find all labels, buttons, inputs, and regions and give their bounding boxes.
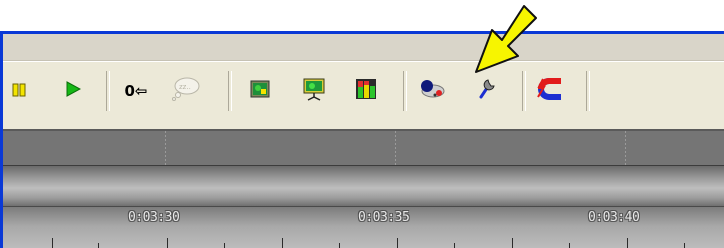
grid-marker xyxy=(165,131,166,165)
reset-counter-label: 0⇦ xyxy=(124,82,148,100)
ruler-tick xyxy=(397,238,398,248)
picture-button[interactable] xyxy=(247,78,273,104)
presentation-button[interactable] xyxy=(301,78,327,104)
title-strip xyxy=(3,34,724,61)
ruler-tick xyxy=(569,243,570,248)
play-button[interactable] xyxy=(60,78,86,104)
ruler-tick xyxy=(512,238,513,248)
ruler-tick xyxy=(339,243,340,248)
presentation-board-icon xyxy=(302,77,326,105)
comment-button[interactable]: zz.. xyxy=(168,76,202,106)
grid-marker xyxy=(395,131,396,165)
paint-palette-icon xyxy=(418,78,446,104)
toolbar-separator xyxy=(106,71,110,111)
pause-icon xyxy=(12,82,26,101)
play-icon xyxy=(65,81,82,101)
screenshot: 0⇦ zz.. 0:03:30 0:03:35 0:03:40 xyxy=(0,0,724,248)
ruler-tick xyxy=(454,243,455,248)
svg-text:zz..: zz.. xyxy=(179,83,191,91)
pause-button[interactable] xyxy=(6,78,32,104)
ruler-tick xyxy=(684,243,685,248)
levels-button[interactable] xyxy=(353,78,379,104)
ruler-tick xyxy=(98,243,99,248)
paint-button[interactable] xyxy=(417,78,447,104)
ruler-tick xyxy=(167,238,168,248)
time-label: 0:03:30 xyxy=(128,210,180,225)
callout-arrow-icon xyxy=(456,0,556,110)
ruler-tick xyxy=(52,238,53,248)
ruler-tick xyxy=(627,238,628,248)
reset-counter-button[interactable]: 0⇦ xyxy=(118,78,154,104)
toolbar-separator xyxy=(228,71,232,111)
toolbar-separator xyxy=(403,71,407,111)
time-label: 0:03:40 xyxy=(588,210,640,225)
ruler-tick xyxy=(282,238,283,248)
timeline-track[interactable] xyxy=(3,131,724,165)
toolbar-separator xyxy=(586,71,590,111)
grid-marker xyxy=(625,131,626,165)
picture-icon xyxy=(250,80,270,102)
speech-bubble-icon: zz.. xyxy=(170,76,200,106)
timeline-scroll-track[interactable] xyxy=(3,166,724,206)
toolbar: 0⇦ zz.. xyxy=(3,61,724,130)
ruler-tick xyxy=(224,243,225,248)
time-label: 0:03:35 xyxy=(358,210,410,225)
level-meter-icon xyxy=(355,78,377,104)
